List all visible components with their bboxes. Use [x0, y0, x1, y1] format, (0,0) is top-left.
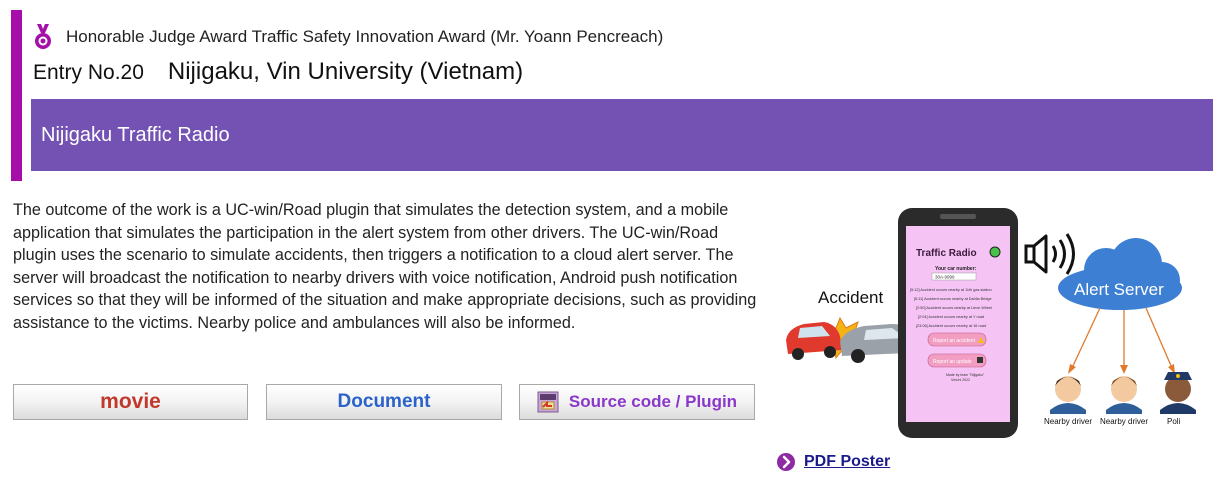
app-footer: VinUni 2022 — [951, 378, 970, 382]
nearby-driver-icon — [1050, 376, 1086, 414]
cloud-icon — [1058, 238, 1182, 310]
system-illustration: Accident Traffic Radio Your car number: … — [786, 208, 1196, 438]
medal-icon — [35, 24, 51, 49]
feed-item: [5:12] Accident occurs nearby at 11th ga… — [910, 288, 992, 292]
movie-button[interactable]: movie — [13, 384, 248, 420]
source-code-button-label: Source code / Plugin — [568, 392, 738, 411]
award-header: Honorable Judge Award Traffic Safety Inn… — [33, 24, 663, 50]
accident-label: Accident — [818, 288, 883, 307]
receiver-label: Poli — [1167, 417, 1181, 426]
red-car-icon — [786, 322, 842, 360]
pdf-poster-row: PDF Poster — [776, 452, 890, 472]
app-footer: Made by team "Nijigaku" — [946, 373, 985, 377]
receiver-label: Nearby driver — [1044, 417, 1092, 426]
zip-file-icon — [537, 391, 559, 413]
entry-heading: Entry No.20 Nijigaku, Vin University (Vi… — [33, 58, 523, 86]
car-number-value: 30A-9999 — [935, 275, 955, 280]
status-dot-icon — [989, 246, 1001, 258]
document-button[interactable]: Document — [266, 384, 502, 420]
nearby-driver-icon — [1106, 376, 1142, 414]
accent-bar — [11, 10, 22, 181]
app-title: Traffic Radio — [916, 248, 977, 259]
feed-item: [23:06] Accident occurs nearby at 16 roa… — [916, 324, 986, 328]
document-button-label: Document — [337, 391, 431, 412]
feed-item: [5:11] Accident occurs nearby at Dahila … — [914, 297, 992, 301]
phone-mockup: Traffic Radio Your car number: 30A-9999 … — [898, 208, 1018, 438]
award-title: Honorable Judge Award Traffic Safety Inn… — [66, 27, 664, 46]
feed-item: [2:04] Accident occurs nearby at Y road — [918, 315, 984, 319]
alert-server-label: Alert Server — [1074, 280, 1164, 299]
pdf-poster-link[interactable]: PDF Poster — [804, 453, 890, 471]
police-icon — [1160, 372, 1196, 414]
entry-number: Entry No.20 — [33, 61, 144, 84]
arrow-circle-icon[interactable] — [776, 452, 796, 472]
work-title: Nijigaku Traffic Radio — [41, 123, 230, 146]
entry-team: Nijigaku, Vin University (Vietnam) — [167, 58, 524, 85]
camera-icon — [977, 357, 983, 363]
feed-item: [2:50] Accident occurs nearby at Lieve W… — [916, 306, 992, 310]
source-code-button[interactable]: Source code / Plugin — [519, 384, 755, 420]
car-number-label: Your car number: — [935, 266, 977, 272]
receiver-label: Nearby driver — [1100, 417, 1148, 426]
work-title-band: Nijigaku Traffic Radio — [31, 99, 1213, 171]
work-description: The outcome of the work is a UC-win/Road… — [13, 201, 757, 332]
movie-button-label: movie — [100, 390, 161, 413]
report-accident-label: Report an accident — [933, 338, 976, 344]
report-update-label: Report an update — [933, 359, 972, 365]
speaker-icon — [1024, 233, 1075, 275]
broadcast-arrows — [1068, 307, 1175, 374]
